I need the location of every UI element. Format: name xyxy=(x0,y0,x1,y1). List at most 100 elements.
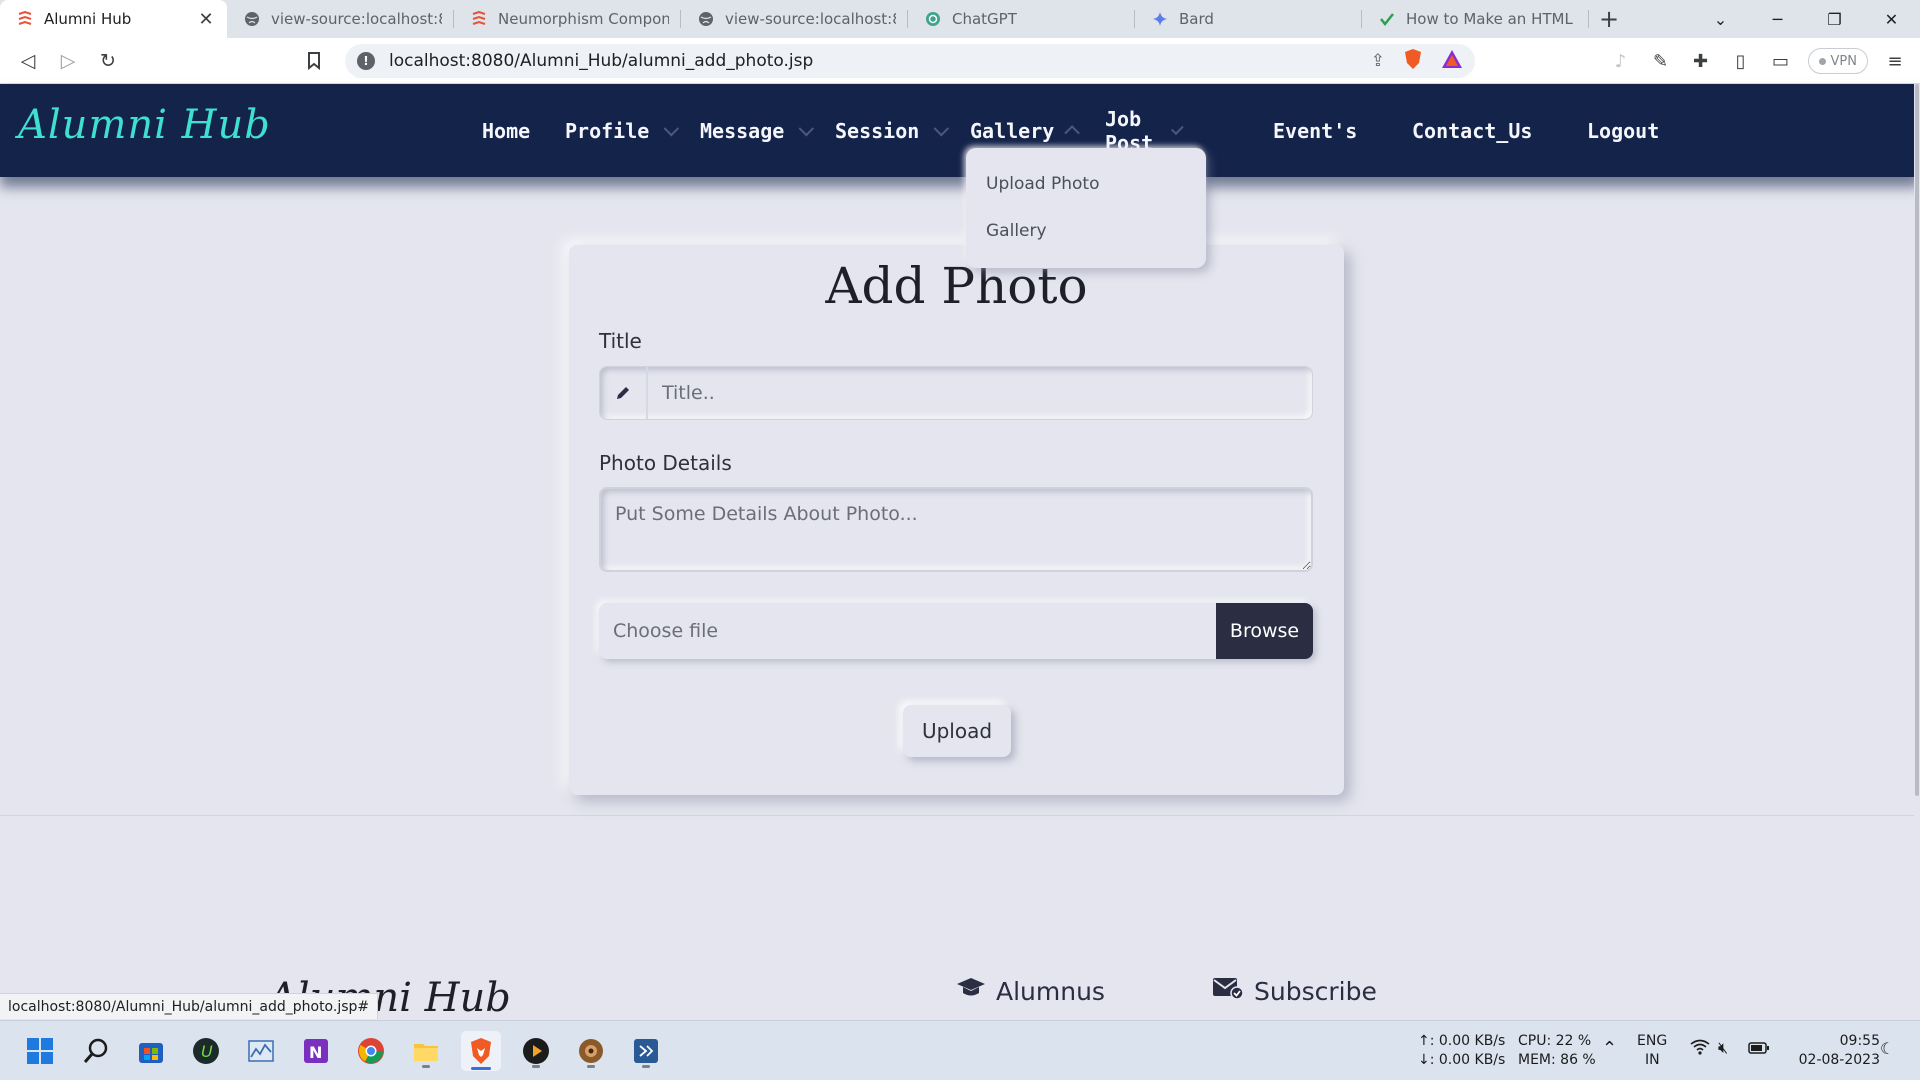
site-info-icon[interactable]: ! xyxy=(357,52,375,70)
tab-search-icon[interactable]: ⌄ xyxy=(1692,0,1749,38)
menu-icon[interactable]: ≡ xyxy=(1882,48,1908,74)
onenote-icon[interactable]: N xyxy=(296,1031,336,1071)
tab-title: Alumni Hub xyxy=(44,10,132,28)
media-player-icon[interactable] xyxy=(516,1031,556,1071)
reload-icon[interactable]: ↻ xyxy=(88,41,128,81)
tab-html-button[interactable]: How to Make an HTML But xyxy=(1362,0,1589,38)
neumorph-icon xyxy=(470,10,488,28)
clock-date[interactable]: 02-08-2023 xyxy=(1788,1051,1880,1069)
title-input-group xyxy=(599,366,1313,420)
pencil-icon xyxy=(600,367,648,419)
nav-profile[interactable]: Profile xyxy=(565,116,680,146)
vscode-icon[interactable] xyxy=(626,1031,666,1071)
forward-icon[interactable]: ▷ xyxy=(48,41,88,81)
cpu-usage: CPU: 22 % xyxy=(1518,1033,1592,1049)
graduation-cap-icon xyxy=(956,976,986,1006)
globe-icon xyxy=(697,10,715,28)
mem-usage: MEM: 86 % xyxy=(1518,1052,1596,1068)
extensions-icon[interactable]: ✚ xyxy=(1688,48,1714,74)
nav-logout[interactable]: Logout xyxy=(1587,116,1659,146)
share-icon[interactable]: ⇪ xyxy=(1371,51,1385,71)
tab-neumorphism[interactable]: Neumorphism Component xyxy=(454,0,681,38)
upwork-icon[interactable]: U xyxy=(186,1031,226,1071)
file-input[interactable]: Choose file xyxy=(599,603,1216,659)
checkmark-icon xyxy=(1378,10,1396,28)
show-hidden-icons-icon[interactable]: ⌃ xyxy=(1602,1040,1617,1058)
nav-contact-us[interactable]: Contact_Us xyxy=(1412,116,1532,146)
nav-job-post[interactable]: Job Post xyxy=(1105,107,1184,155)
new-tab-button[interactable]: + xyxy=(1589,0,1629,38)
photo-details-textarea[interactable] xyxy=(599,487,1313,572)
chevron-down-icon xyxy=(798,120,815,136)
envelope-check-icon xyxy=(1212,976,1244,1006)
windows-start-icon[interactable] xyxy=(20,1031,60,1071)
minimize-button[interactable]: ─ xyxy=(1749,0,1806,38)
title-label: Title xyxy=(599,329,642,353)
brave-rewards-icon[interactable] xyxy=(1441,49,1463,74)
close-window-button[interactable]: ✕ xyxy=(1863,0,1920,38)
tab-bard[interactable]: Bard xyxy=(1135,0,1362,38)
nav-message[interactable]: Message xyxy=(700,116,815,146)
vpn-status-icon xyxy=(1818,57,1826,65)
tab-title: view-source:localhost:8080 xyxy=(271,10,442,28)
windows-taskbar: U N ↑: 0.00 KB/s ↓: 0.00 KB/s CPU: 22 % … xyxy=(0,1020,1920,1080)
page-scrollbar[interactable] xyxy=(1914,84,1920,1020)
chevron-up-icon xyxy=(1064,124,1081,141)
clock-time[interactable]: 09:55 xyxy=(1814,1032,1880,1050)
chevron-down-icon xyxy=(1171,121,1184,135)
file-input-group[interactable]: Choose file Browse xyxy=(599,603,1313,659)
upload-button[interactable]: Upload xyxy=(903,705,1011,757)
nav-gallery[interactable]: Gallery xyxy=(970,116,1081,146)
title-input[interactable] xyxy=(648,367,1312,419)
scrollbar-thumb[interactable] xyxy=(1915,84,1919,796)
svg-text:U: U xyxy=(201,1042,213,1061)
tab-title: view-source:localhost:8080 xyxy=(725,10,896,28)
brave-browser-icon[interactable] xyxy=(461,1031,501,1071)
bookmark-icon[interactable] xyxy=(294,41,334,81)
reader-icon[interactable]: ♪ xyxy=(1608,48,1634,74)
vpn-button[interactable]: VPN xyxy=(1807,48,1868,74)
back-icon[interactable]: ◁ xyxy=(8,41,48,81)
wifi-icon[interactable] xyxy=(1690,1039,1710,1060)
close-icon[interactable]: ✕ xyxy=(197,9,215,30)
chrome-icon[interactable] xyxy=(351,1031,391,1071)
tab-title: ChatGPT xyxy=(952,10,1017,28)
page-title: Add Photo xyxy=(825,257,1088,315)
tab-view-source-1[interactable]: view-source:localhost:8080 xyxy=(227,0,454,38)
dropdown-item-upload-photo[interactable]: Upload Photo xyxy=(986,174,1099,194)
file-explorer-icon[interactable] xyxy=(406,1031,446,1071)
tab-chatgpt[interactable]: ChatGPT xyxy=(908,0,1135,38)
volume-muted-icon[interactable]: 🔇︎ xyxy=(1718,1039,1728,1057)
url-bar[interactable]: ! localhost:8080/Alumni_Hub/alumni_add_p… xyxy=(345,44,1475,78)
url-text: localhost:8080/Alumni_Hub/alumni_add_pho… xyxy=(389,51,814,71)
maximize-button[interactable]: ❐ xyxy=(1806,0,1863,38)
region-indicator[interactable]: IN xyxy=(1645,1051,1660,1069)
store-icon[interactable] xyxy=(131,1031,171,1071)
nav-session[interactable]: Session xyxy=(835,116,950,146)
footer-link-alumnus[interactable]: Alumnus xyxy=(956,976,1105,1006)
tab-title: Neumorphism Component xyxy=(498,10,669,28)
bard-icon xyxy=(1151,10,1169,28)
footer-link-subscribe[interactable]: Subscribe xyxy=(1212,976,1377,1006)
tab-view-source-2[interactable]: view-source:localhost:8080 xyxy=(681,0,908,38)
tab-alumni-hub[interactable]: Alumni Hub ✕ xyxy=(0,0,227,38)
brave-shield-icon[interactable] xyxy=(1403,48,1423,75)
language-indicator[interactable]: ENG xyxy=(1637,1032,1667,1050)
dropdown-item-gallery[interactable]: Gallery xyxy=(986,221,1047,241)
address-toolbar: ◁ ▷ ↻ ! localhost:8080/Alumni_Hub/alumni… xyxy=(0,38,1920,84)
wallet-icon[interactable]: ▭ xyxy=(1768,48,1794,74)
sidebar-icon[interactable]: ▯ xyxy=(1728,48,1754,74)
search-icon[interactable] xyxy=(76,1031,116,1071)
notifications-icon[interactable]: ☾ xyxy=(1880,1040,1894,1058)
browse-button[interactable]: Browse xyxy=(1216,603,1313,659)
app-gear-icon[interactable] xyxy=(571,1031,611,1071)
performance-monitor-icon[interactable] xyxy=(241,1031,281,1071)
color-picker-icon[interactable]: ✎ xyxy=(1648,48,1674,74)
net-upload-speed: ↑: 0.00 KB/s xyxy=(1418,1033,1506,1049)
site-navbar: Alumni Hub Home Profile Message Session … xyxy=(0,84,1920,177)
battery-icon[interactable] xyxy=(1748,1041,1770,1059)
svg-text:N: N xyxy=(309,1043,322,1062)
site-logo[interactable]: Alumni Hub xyxy=(18,102,271,148)
nav-home[interactable]: Home xyxy=(482,116,530,146)
nav-events[interactable]: Event's xyxy=(1273,116,1357,146)
